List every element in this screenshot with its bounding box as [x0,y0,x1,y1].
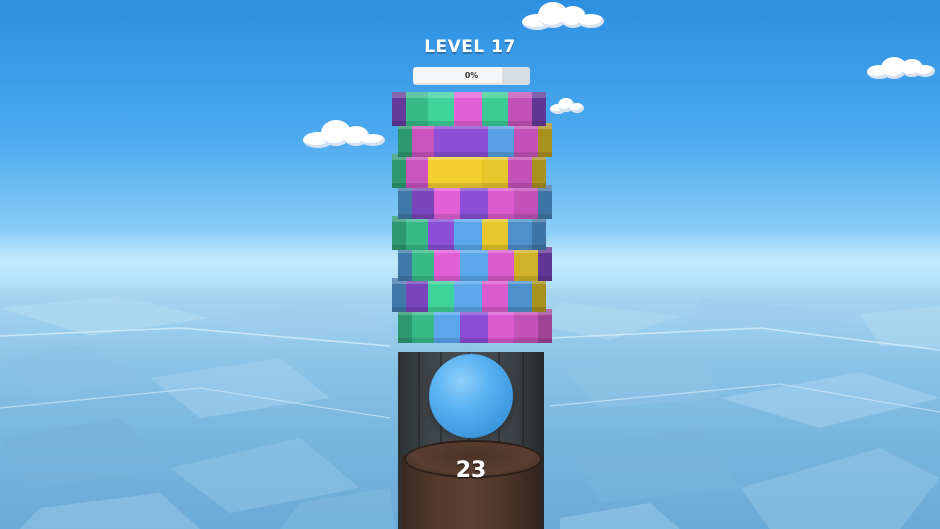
tower-tile-teal [406,216,428,250]
balls-remaining-count: 23 [455,458,487,483]
tower-tile-blue [532,216,546,250]
tower-row [392,154,552,188]
tower-tile-yellow [482,216,508,250]
tower-tile-purple [412,185,434,219]
tower-tile-yellow [428,154,454,188]
tower-tile-yellow [538,123,552,157]
tower-tile-magenta [454,92,482,126]
tower-tile-blue [454,216,482,250]
tower-tile-magenta [514,185,538,219]
tower-tile-yellow [532,154,546,188]
tower-tile-magenta [434,185,460,219]
tower-tile-yellow [454,154,482,188]
tower-row [392,309,552,343]
tower-tile-teal [392,154,406,188]
tower-tile-blue [398,185,412,219]
tower-row [392,123,552,157]
tower-row [392,216,552,250]
tower-tile-yellow [532,278,546,312]
tower-tile-magenta [434,247,460,281]
tower-tile-magenta [488,247,514,281]
tower-row [392,92,552,126]
level-progress-bar: 0% [413,67,530,85]
tower-tile-magenta [488,185,514,219]
shot-ball [429,354,513,438]
tower-tile-blue [460,247,488,281]
tower-tile-blue [508,278,532,312]
tower-tile-blue [488,123,514,157]
tower-tile-purple [434,123,460,157]
tower-tile-teal [412,247,434,281]
tower-tile-yellow [482,154,508,188]
tower-tile-blue [508,216,532,250]
cloud [303,118,387,150]
tower-tile-teal [428,92,454,126]
tower-tile-teal [412,309,434,343]
progress-percent-label: 0% [464,71,479,80]
tower-tile-purple [460,123,488,157]
tower-tile-yellow [514,247,538,281]
tower-row [392,278,552,312]
cloud [522,0,606,32]
tower-tile-magenta [406,154,428,188]
tower-row [392,247,552,281]
tower-tile-purple [532,92,546,126]
tower-tile-magenta [488,309,514,343]
tower-tile-purple [460,185,488,219]
tower-tile-purple [428,216,454,250]
tower-tile-magenta [538,309,552,343]
tower-tile-blue [434,309,460,343]
tower-tile-teal [392,216,406,250]
tower-tile-magenta [482,278,508,312]
tower-tile-purple [392,92,406,126]
tower-tile-magenta [508,154,532,188]
tower-tile-magenta [508,92,532,126]
tower-row [392,185,552,219]
tower-tile-purple [538,247,552,281]
tower-tile-magenta [514,123,538,157]
tower-tile-blue [538,185,552,219]
game-scene[interactable]: LEVEL 17 0% 23 [0,0,940,529]
tower-tile-magenta [412,123,434,157]
tower-tile-blue [398,247,412,281]
tower-tile-teal [406,92,428,126]
cloud [867,55,937,81]
tower-tile-teal [428,278,454,312]
tower-tile-purple [406,278,428,312]
tower-tile-purple [460,309,488,343]
tower-tile-blue [454,278,482,312]
tower-tile-teal [398,309,412,343]
tower-tile-blue [392,278,406,312]
tower-tile-magenta [514,309,538,343]
level-title: LEVEL 17 [424,37,516,57]
cloud [550,98,586,116]
tower-tile-teal [482,92,508,126]
tower-tile-teal [398,123,412,157]
